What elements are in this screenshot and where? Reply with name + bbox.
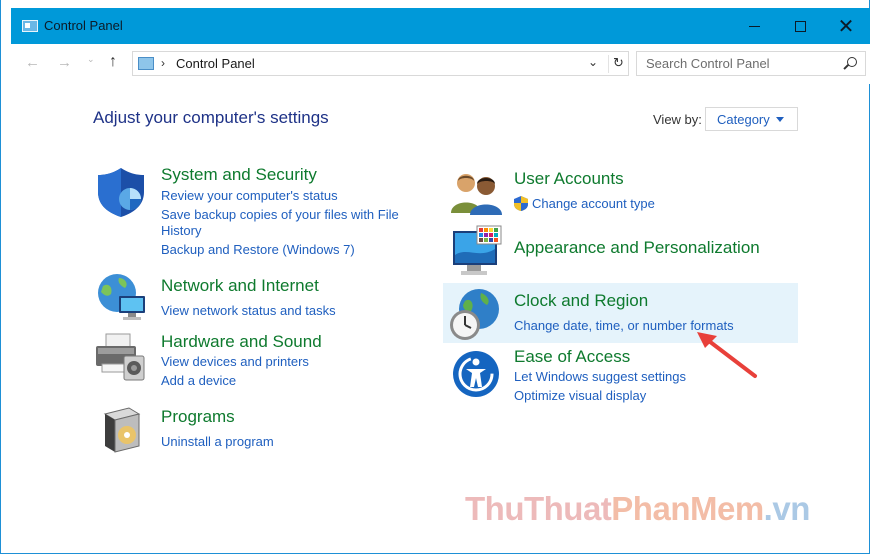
view-by-label: View by:: [653, 112, 702, 127]
back-button[interactable]: ←: [25, 54, 40, 71]
watermark-part-2: PhanMem: [611, 490, 764, 527]
link-change-account-type[interactable]: Change account type: [532, 195, 655, 212]
printer-icon[interactable]: [94, 330, 146, 382]
watermark: ThuThuatPhanMem.vn: [465, 490, 810, 528]
appearance-monitor-icon[interactable]: [451, 225, 503, 279]
programs-box-icon[interactable]: [99, 404, 143, 454]
link-save-backup[interactable]: Save backup copies of your files with Fi…: [161, 206, 399, 223]
up-button[interactable]: ↑: [109, 53, 117, 71]
minimize-icon: [748, 25, 760, 27]
search-box[interactable]: [636, 51, 866, 76]
link-devices-printers[interactable]: View devices and printers: [161, 353, 309, 370]
control-panel-location-icon: [138, 57, 154, 70]
search-input[interactable]: [637, 52, 837, 75]
breadcrumb-separator[interactable]: ›: [161, 56, 165, 70]
minimize-button[interactable]: [731, 8, 777, 44]
refresh-icon[interactable]: ↻: [608, 55, 624, 73]
link-windows-suggest[interactable]: Let Windows suggest settings: [514, 368, 686, 385]
category-system-security[interactable]: System and Security: [161, 165, 317, 185]
page-heading: Adjust your computer's settings: [93, 108, 329, 127]
category-user-accounts[interactable]: User Accounts: [514, 169, 624, 189]
category-appearance[interactable]: Appearance and Personalization: [514, 238, 760, 258]
shield-icon[interactable]: [96, 166, 146, 218]
close-button[interactable]: ✕: [823, 8, 869, 44]
user-accounts-icon[interactable]: [450, 171, 502, 215]
link-optimize-display[interactable]: Optimize visual display: [514, 387, 646, 404]
navigation-bar: ← → ⌄ ↑ › Control Panel ⌄ ↻: [11, 44, 870, 84]
title-bar[interactable]: Control Panel ✕: [11, 8, 870, 44]
forward-button[interactable]: →: [57, 54, 72, 71]
window-title: Control Panel: [44, 18, 123, 33]
category-clock-region[interactable]: Clock and Region: [514, 291, 648, 311]
link-backup-restore[interactable]: Backup and Restore (Windows 7): [161, 241, 355, 258]
category-hardware-sound[interactable]: Hardware and Sound: [161, 332, 322, 352]
recent-locations-button[interactable]: ⌄: [87, 54, 95, 65]
uac-shield-icon: [514, 196, 528, 211]
address-bar[interactable]: › Control Panel ⌄ ↻: [132, 51, 629, 76]
link-add-device[interactable]: Add a device: [161, 372, 236, 389]
link-review-status[interactable]: Review your computer's status: [161, 187, 338, 204]
link-network-status[interactable]: View network status and tasks: [161, 302, 336, 319]
search-icon[interactable]: [847, 57, 857, 67]
maximize-button[interactable]: [777, 8, 823, 44]
control-panel-window: Control Panel ✕ ← → ⌄ ↑ › Control Panel …: [0, 0, 870, 554]
link-uninstall-program[interactable]: Uninstall a program: [161, 433, 274, 450]
link-save-backup-history[interactable]: History: [161, 222, 201, 239]
breadcrumb-control-panel[interactable]: Control Panel: [176, 56, 255, 71]
chevron-down-icon: [776, 117, 784, 122]
category-ease-of-access[interactable]: Ease of Access: [514, 347, 630, 367]
close-icon: ✕: [837, 15, 855, 38]
maximize-icon: [794, 20, 806, 32]
network-globe-icon[interactable]: [95, 272, 147, 322]
address-dropdown-icon[interactable]: ⌄: [588, 55, 598, 69]
watermark-part-1: ThuThuat: [465, 490, 612, 527]
category-programs[interactable]: Programs: [161, 407, 235, 427]
watermark-part-3: .vn: [763, 490, 811, 527]
category-network-internet[interactable]: Network and Internet: [161, 276, 319, 296]
annotation-arrow: [697, 332, 757, 378]
ease-of-access-icon[interactable]: [451, 349, 501, 399]
control-panel-icon: [22, 20, 38, 32]
view-by-value: Category: [717, 112, 770, 127]
view-by-dropdown[interactable]: Category: [705, 107, 798, 131]
clock-region-icon[interactable]: [447, 287, 501, 343]
